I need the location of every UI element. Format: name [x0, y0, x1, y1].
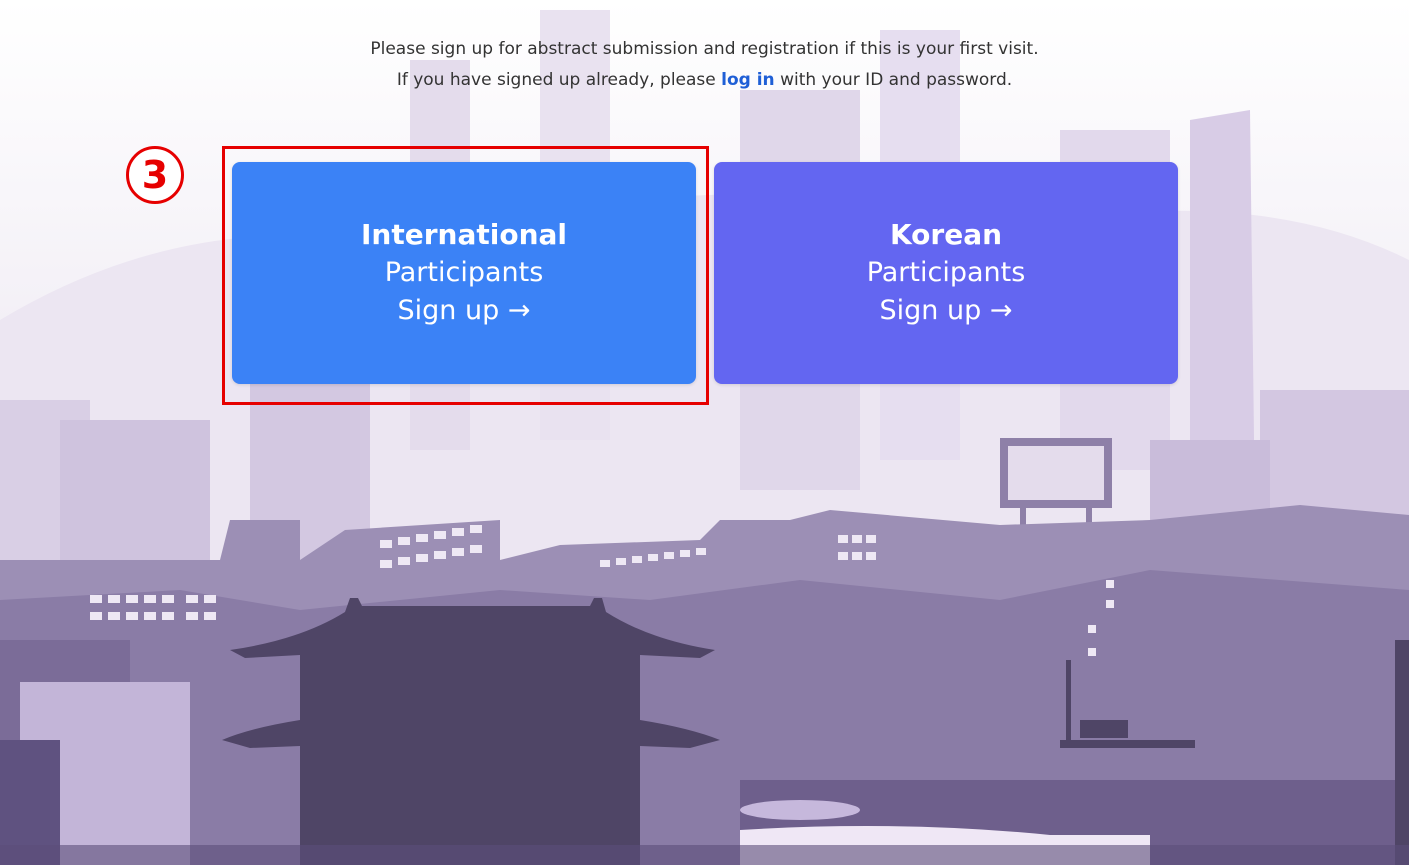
international-card-subtitle: Participants: [384, 257, 544, 288]
intro-line-1: Please sign up for abstract submission a…: [370, 39, 1039, 59]
korean-card-action: Sign up →: [879, 295, 1013, 326]
korean-card-title: Korean: [889, 218, 1003, 251]
intro-line-2: If you have signed up already, please lo…: [0, 65, 1409, 96]
international-card-title: International: [360, 218, 567, 251]
intro-text: Please sign up for abstract submission a…: [0, 34, 1409, 96]
annotation-step-badge: 3: [126, 146, 184, 204]
login-link[interactable]: log in: [721, 70, 775, 90]
international-card-action: Sign up →: [397, 295, 531, 326]
intro-line-2-suffix: with your ID and password.: [774, 70, 1013, 90]
seoul-skyline-illustration: [0, 0, 1409, 865]
korean-signup-button[interactable]: Korean Participants Sign up →: [714, 162, 1178, 384]
international-signup-button[interactable]: International Participants Sign up →: [232, 162, 696, 384]
korean-card-subtitle: Participants: [866, 257, 1026, 288]
intro-line-2-prefix: If you have signed up already, please: [396, 70, 722, 90]
